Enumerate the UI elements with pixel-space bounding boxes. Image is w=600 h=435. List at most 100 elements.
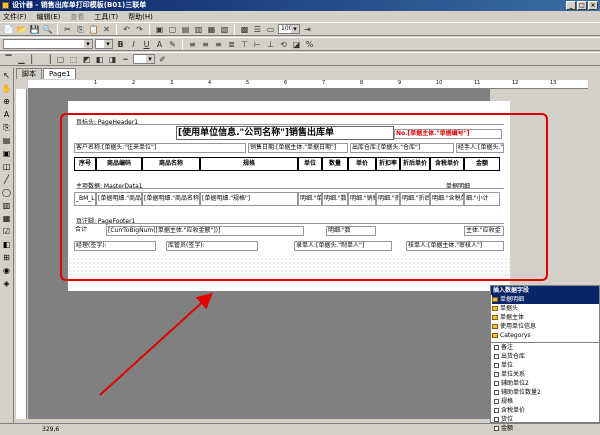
page-setup-icon[interactable]: ▭	[265, 24, 276, 35]
field-list-item[interactable]: 辅助单位2	[494, 379, 599, 388]
column-header[interactable]: 含税单价	[430, 157, 464, 171]
maximize-icon[interactable]: □	[577, 1, 587, 10]
detail-cell[interactable]: 明细."折后	[400, 192, 430, 206]
checkbox-object-icon[interactable]: ☑	[1, 226, 12, 237]
detail-cell[interactable]: [单据明细."商品名称"	[142, 192, 200, 206]
column-header[interactable]: 金额	[464, 157, 500, 171]
detail-cell[interactable]: 明细."单	[298, 192, 322, 206]
total-amount-field[interactable]: [CurrToBigNum([单据主体."应收金额"])]	[106, 226, 304, 236]
column-header[interactable]: 折扣率	[376, 157, 400, 171]
report-page[interactable]: 页标头: PageHeader1 [使用单位信息."公司名称"]销售出库单 No…	[68, 101, 510, 291]
preview-icon[interactable]: 🔍	[42, 24, 53, 35]
detail-cell[interactable]: _BM_Line]	[74, 192, 96, 206]
grid-icon[interactable]: ▩	[239, 24, 250, 35]
valign-top-icon[interactable]: ⊤	[239, 39, 250, 50]
total-label[interactable]: 合计	[74, 226, 104, 236]
sale-date-field[interactable]: 销售日期:[单据主体."单据日期"]	[248, 143, 348, 153]
open-icon[interactable]: 📂	[16, 24, 27, 35]
tab-script[interactable]: 脚本	[16, 68, 42, 79]
italic-icon[interactable]: I	[128, 39, 139, 50]
manager-sign-field[interactable]: 经理(签字):	[74, 241, 156, 251]
redo-icon[interactable]: ↷	[134, 24, 145, 35]
frame-width-select[interactable]	[133, 54, 155, 64]
font-name-select[interactable]	[3, 39, 93, 49]
frame-color-icon[interactable]: ◨	[107, 54, 118, 65]
field-list-item[interactable]: 备注	[494, 343, 599, 352]
fill-color-icon[interactable]: ◧	[94, 54, 105, 65]
customer-field[interactable]: 客户名称:[单据头."往来单位"]	[74, 143, 246, 153]
save-icon[interactable]: 💾	[29, 24, 40, 35]
send-back-icon[interactable]: ▥	[193, 24, 204, 35]
bold-icon[interactable]: B	[115, 39, 126, 50]
align-justify-icon[interactable]: ≣	[226, 39, 237, 50]
dataset-tree-item[interactable]: Categorys	[492, 331, 599, 340]
dataset-tree-item[interactable]: 使用单位信息	[492, 322, 599, 331]
field-list-item[interactable]: 辅助单位数量2	[494, 388, 599, 397]
menu-tools[interactable]: 工具(T)	[94, 12, 118, 22]
subreport-object-icon[interactable]: ◫	[1, 161, 12, 172]
line-object-icon[interactable]: ╱	[1, 174, 12, 185]
dataset-tree-item[interactable]: 单据明细	[492, 295, 599, 304]
new-icon[interactable]: 📄	[3, 24, 14, 35]
ungroup-icon[interactable]: ▢	[167, 24, 178, 35]
warehouse-field[interactable]: 出库仓库:[单据头."仓库"]	[350, 143, 454, 153]
cut-icon[interactable]: ✂	[62, 24, 73, 35]
report-title-field[interactable]: [使用单位信息."公司名称"]销售出库单	[176, 126, 394, 140]
frame-all-icon[interactable]: ▢	[55, 54, 66, 65]
field-list-item[interactable]: 含税单价	[494, 406, 599, 415]
more-objects-icon[interactable]: ◈	[1, 278, 12, 289]
field-list-item[interactable]: 单位	[494, 361, 599, 370]
menu-edit[interactable]: 编辑(E)	[37, 12, 61, 22]
close-icon[interactable]: ×	[588, 1, 598, 10]
select-arrow-icon[interactable]: ↖	[1, 70, 12, 81]
copy-format-icon[interactable]: ⎘	[1, 122, 12, 133]
detail-cell[interactable]: 明细."数	[322, 192, 348, 206]
crosstab-object-icon[interactable]: ⊞	[1, 252, 12, 263]
dataset-tree-item[interactable]: 单据头	[492, 304, 599, 313]
shadow-icon[interactable]: ◩	[81, 54, 92, 65]
recorder-sign-field[interactable]: 录单人:[单据头."制单人"]	[294, 241, 392, 251]
shape-object-icon[interactable]: ◯	[1, 187, 12, 198]
field-list-item[interactable]: 单位关系	[494, 370, 599, 379]
chart-object-icon[interactable]: ▦	[1, 213, 12, 224]
font-size-select[interactable]	[95, 39, 113, 49]
align-right-icon[interactable]: ≡	[213, 39, 224, 50]
frame-right-icon[interactable]: ▕	[42, 54, 53, 65]
detail-cell[interactable]: 明细."销售	[348, 192, 376, 206]
rotate-icon[interactable]: ⟲	[278, 39, 289, 50]
frame-style-icon[interactable]: ┅	[120, 54, 131, 65]
total-quantity-field[interactable]: 明细."数	[326, 226, 376, 236]
bring-front-icon[interactable]: ▤	[180, 24, 191, 35]
keeper-sign-field[interactable]: 库管员(签字):	[166, 241, 258, 251]
memo-object-icon[interactable]: ▤	[1, 135, 12, 146]
field-list-item[interactable]: 规格	[494, 397, 599, 406]
hand-icon[interactable]: ✋	[1, 83, 12, 94]
underline-icon[interactable]: U	[141, 39, 152, 50]
edit-icon[interactable]: ✐	[157, 54, 168, 65]
detail-cell[interactable]: [单据明细."规格"]	[200, 192, 298, 206]
detail-cell[interactable]: 细."小计	[464, 192, 500, 206]
highlight-cond-icon[interactable]: ◪	[291, 39, 302, 50]
align-grid-icon[interactable]: ▦	[206, 24, 217, 35]
column-header[interactable]: 数量	[322, 157, 348, 171]
dataset-tree-item[interactable]: 单据主体	[492, 313, 599, 322]
tab-page1[interactable]: Page1	[43, 68, 77, 79]
highlight-icon[interactable]: ✎	[167, 39, 178, 50]
column-header[interactable]: 序号	[74, 157, 96, 171]
group-icon[interactable]: ▣	[154, 24, 165, 35]
column-header[interactable]: 折后单价	[400, 157, 430, 171]
fit-grid-icon[interactable]: ▧	[219, 24, 230, 35]
exit-icon[interactable]: ⇥	[302, 24, 313, 35]
band-icon[interactable]: ☰	[252, 24, 263, 35]
format-icon[interactable]: %	[304, 39, 315, 50]
design-workspace[interactable]: 页标头: PageHeader1 [使用单位信息."公司名称"]销售出库单 No…	[28, 89, 510, 419]
column-header[interactable]: 商品编码	[96, 157, 142, 171]
undo-icon[interactable]: ↶	[121, 24, 132, 35]
total-money-field[interactable]: 主体."应收金	[464, 226, 504, 236]
minimize-icon[interactable]: _	[566, 1, 576, 10]
approver-sign-field[interactable]: 核单人:[单据主体."审核人"]	[406, 241, 504, 251]
frame-bottom-icon[interactable]: ▁	[16, 54, 27, 65]
field-list-item[interactable]: 出货仓库	[494, 352, 599, 361]
detail-cell[interactable]: [单据明细."商品	[96, 192, 142, 206]
detail-cell[interactable]: 明细."折扣	[376, 192, 400, 206]
